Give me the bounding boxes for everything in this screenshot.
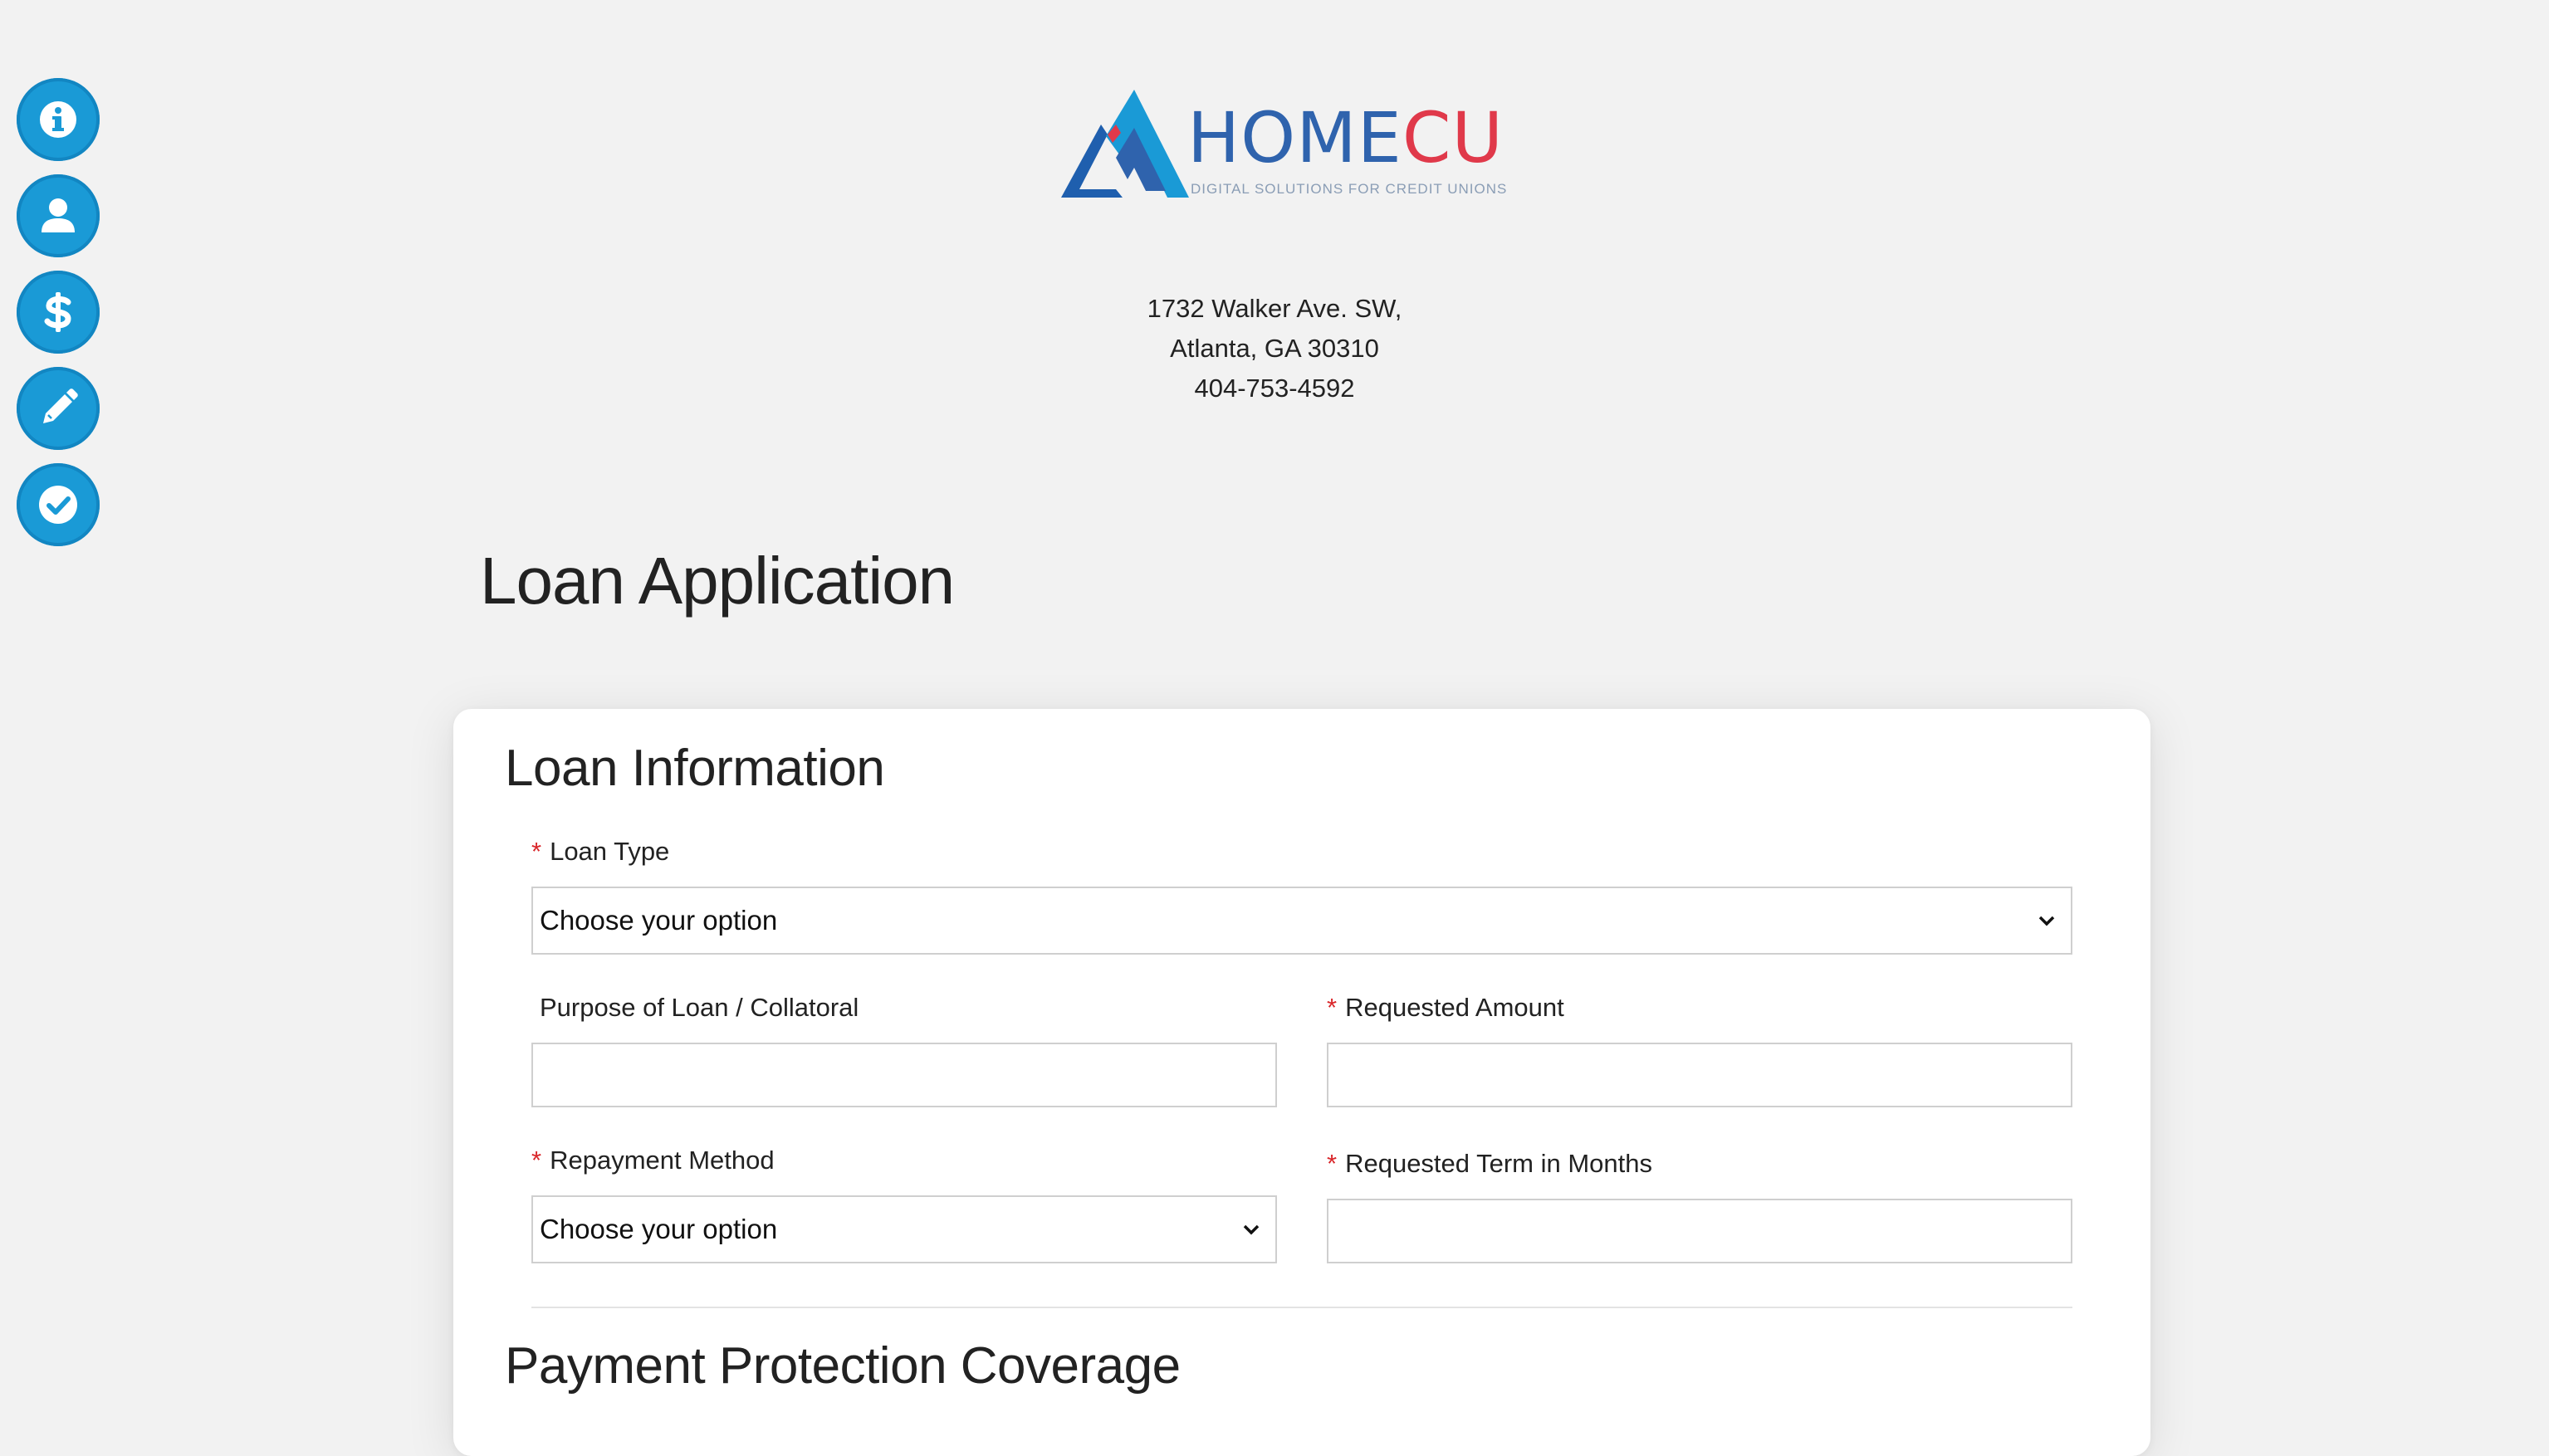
repayment-method-select[interactable]: Choose your option [531, 1195, 1277, 1263]
required-mark: * [1327, 993, 1338, 1022]
homecu-logo: HOMECU DIGITAL SOLUTIONS FOR CREDIT UNIO… [1051, 86, 1524, 203]
loan-information-heading: Loan Information [505, 740, 885, 797]
requested-term-input[interactable] [1327, 1199, 2072, 1263]
logo-wordmark-home: HOME [1187, 97, 1402, 178]
loan-type-label: * Loan Type [531, 837, 669, 867]
section-divider [531, 1307, 2072, 1308]
address-phone: 404-753-4592 [1194, 374, 1355, 403]
address-block: 1732 Walker Ave. SW, Atlanta, GA 30310 4… [1025, 289, 1524, 408]
dollar-icon [44, 292, 71, 332]
loan-type-select[interactable]: Choose your option [531, 887, 2072, 955]
user-icon [42, 198, 75, 232]
address-line2: Atlanta, GA 30310 [1170, 334, 1379, 363]
purpose-label: Purpose of Loan / Collatoral [540, 993, 859, 1022]
loan-form-card: Loan Information * Loan Type Choose your … [453, 709, 2150, 1456]
logo-wordmark-cu: CU [1402, 97, 1504, 178]
chevron-down-icon [2038, 916, 2055, 926]
required-mark: * [531, 1146, 542, 1175]
pencil-icon [43, 388, 78, 423]
check-icon [39, 486, 77, 524]
loan-type-label-text: Loan Type [550, 837, 670, 866]
step-loan-button[interactable] [17, 271, 100, 354]
required-mark: * [1327, 1149, 1338, 1178]
repayment-method-label: * Repayment Method [531, 1146, 775, 1175]
requested-amount-input[interactable] [1327, 1043, 2072, 1107]
step-review-button[interactable] [17, 463, 100, 546]
step-info-button[interactable] [17, 78, 100, 161]
requested-amount-label: * Requested Amount [1327, 993, 1564, 1023]
repayment-method-value: Choose your option [540, 1214, 778, 1244]
payment-protection-heading: Payment Protection Coverage [505, 1337, 1181, 1395]
requested-amount-label-text: Requested Amount [1345, 993, 1564, 1022]
repayment-method-label-text: Repayment Method [550, 1146, 775, 1175]
required-mark: * [531, 837, 542, 866]
requested-term-label-text: Requested Term in Months [1345, 1149, 1652, 1178]
page-title: Loan Application [480, 544, 955, 618]
step-applicant-button[interactable] [17, 174, 100, 257]
chevron-down-icon [1243, 1224, 1260, 1235]
requested-term-label: * Requested Term in Months [1327, 1149, 1652, 1179]
purpose-input[interactable] [531, 1043, 1277, 1107]
logo-wordmark: HOMECU [1187, 103, 1504, 173]
address-line1: 1732 Walker Ave. SW, [1147, 294, 1402, 323]
info-icon [40, 101, 76, 138]
step-sign-button[interactable] [17, 367, 100, 450]
logo-tagline: DIGITAL SOLUTIONS FOR CREDIT UNIONS [1191, 181, 1508, 197]
mountain-logo-icon [1061, 90, 1189, 198]
loan-type-value: Choose your option [540, 905, 778, 936]
